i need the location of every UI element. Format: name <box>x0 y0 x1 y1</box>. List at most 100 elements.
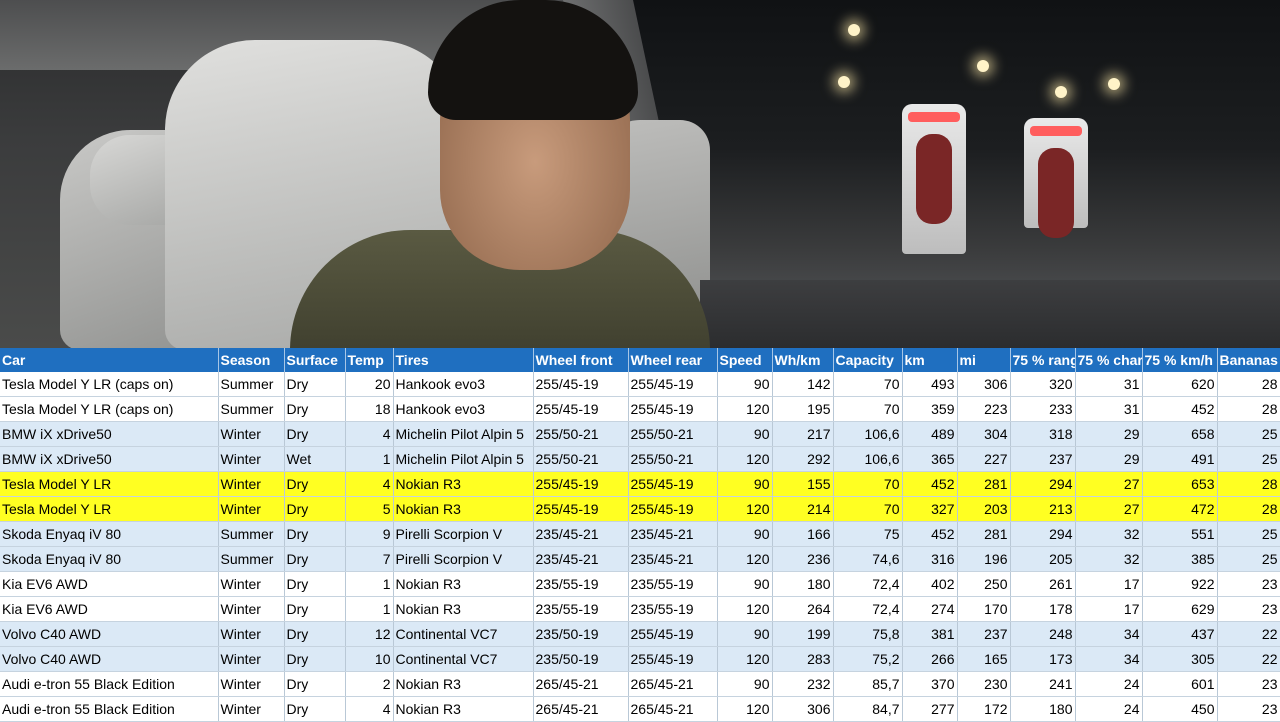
table-cell[interactable]: 17 <box>1075 571 1143 597</box>
table-cell[interactable]: Dry <box>284 396 346 422</box>
table-cell[interactable]: 120 <box>717 396 773 422</box>
table-cell[interactable]: 25 <box>1217 421 1280 447</box>
table-cell[interactable]: 25 <box>1217 521 1280 547</box>
table-cell[interactable]: 120 <box>717 696 773 722</box>
table-cell[interactable]: Continental VC7 <box>393 621 534 647</box>
table-cell[interactable]: 250 <box>957 571 1011 597</box>
table-cell[interactable]: 17 <box>1075 596 1143 622</box>
table-cell[interactable]: 232 <box>772 671 834 697</box>
table-cell[interactable]: 277 <box>902 696 958 722</box>
table-cell[interactable]: 172 <box>957 696 1011 722</box>
table-cell[interactable]: 2 <box>345 671 394 697</box>
table-cell[interactable]: Tesla Model Y LR <box>0 471 219 497</box>
column-header[interactable]: Speed <box>717 348 773 372</box>
table-cell[interactable]: Nokian R3 <box>393 671 534 697</box>
table-cell[interactable]: 283 <box>772 646 834 672</box>
table-cell[interactable]: 437 <box>1142 621 1218 647</box>
table-cell[interactable]: 227 <box>957 446 1011 472</box>
table-cell[interactable]: 452 <box>902 521 958 547</box>
table-cell[interactable]: 203 <box>957 496 1011 522</box>
table-cell[interactable]: 23 <box>1217 596 1280 622</box>
table-cell[interactable]: 213 <box>1010 496 1076 522</box>
table-cell[interactable]: 75 <box>833 521 903 547</box>
table-cell[interactable]: 370 <box>902 671 958 697</box>
table-row[interactable]: Tesla Model Y LR Winter Dry 4 Nokian R3 255/4… <box>0 471 1280 497</box>
table-cell[interactable]: 235/45-21 <box>533 521 629 547</box>
table-cell[interactable]: 4 <box>345 471 394 497</box>
table-cell[interactable]: 34 <box>1075 621 1143 647</box>
table-cell[interactable]: Winter <box>218 446 285 472</box>
table-cell[interactable]: BMW iX xDrive50 <box>0 421 219 447</box>
table-cell[interactable]: Kia EV6 AWD <box>0 571 219 597</box>
table-cell[interactable]: 255/50-21 <box>628 446 718 472</box>
table-cell[interactable]: 4 <box>345 696 394 722</box>
table-cell[interactable]: 74,6 <box>833 546 903 572</box>
table-cell[interactable]: Dry <box>284 621 346 647</box>
table-cell[interactable]: 255/50-21 <box>628 421 718 447</box>
table-cell[interactable]: 306 <box>772 696 834 722</box>
table-cell[interactable]: Skoda Enyaq iV 80 <box>0 521 219 547</box>
table-cell[interactable]: 217 <box>772 421 834 447</box>
table-cell[interactable]: Winter <box>218 421 285 447</box>
table-cell[interactable]: 385 <box>1142 546 1218 572</box>
table-cell[interactable]: 5 <box>345 496 394 522</box>
table-cell[interactable]: 214 <box>772 496 834 522</box>
table-cell[interactable]: 106,6 <box>833 421 903 447</box>
table-cell[interactable]: 294 <box>1010 471 1076 497</box>
table-cell[interactable]: 261 <box>1010 571 1076 597</box>
table-cell[interactable]: 120 <box>717 646 773 672</box>
column-header[interactable]: 75 % km/h <box>1142 348 1218 372</box>
column-header[interactable]: Wh/km <box>772 348 834 372</box>
table-cell[interactable]: 255/45-19 <box>628 496 718 522</box>
table-row[interactable]: Skoda Enyaq iV 80 Summer Dry 7 Pirelli Scorp… <box>0 546 1280 572</box>
table-cell[interactable]: Dry <box>284 546 346 572</box>
table-cell[interactable]: 472 <box>1142 496 1218 522</box>
table-cell[interactable]: Winter <box>218 646 285 672</box>
table-cell[interactable]: 72,4 <box>833 596 903 622</box>
table-cell[interactable]: 236 <box>772 546 834 572</box>
table-cell[interactable]: Nokian R3 <box>393 471 534 497</box>
table-cell[interactable]: 306 <box>957 372 1011 397</box>
table-cell[interactable]: Dry <box>284 521 346 547</box>
table-cell[interactable]: Continental VC7 <box>393 646 534 672</box>
table-cell[interactable]: 235/45-21 <box>628 521 718 547</box>
table-cell[interactable]: 620 <box>1142 372 1218 397</box>
table-cell[interactable]: 255/45-19 <box>628 396 718 422</box>
table-row[interactable]: BMW iX xDrive50 Winter Wet 1 Michelin Pilot … <box>0 446 1280 472</box>
table-cell[interactable]: Winter <box>218 621 285 647</box>
table-cell[interactable]: 235/55-19 <box>533 596 629 622</box>
table-cell[interactable]: Nokian R3 <box>393 496 534 522</box>
table-cell[interactable]: 32 <box>1075 546 1143 572</box>
table-cell[interactable]: 70 <box>833 372 903 397</box>
table-cell[interactable]: 22 <box>1217 646 1280 672</box>
table-cell[interactable]: Winter <box>218 571 285 597</box>
table-row[interactable]: Tesla Model Y LR Winter Dry 5 Nokian R3 255/4… <box>0 496 1280 522</box>
table-cell[interactable]: 1 <box>345 446 394 472</box>
table-cell[interactable]: 120 <box>717 446 773 472</box>
table-cell[interactable]: 9 <box>345 521 394 547</box>
table-cell[interactable]: Summer <box>218 396 285 422</box>
table-cell[interactable]: 165 <box>957 646 1011 672</box>
table-cell[interactable]: 452 <box>902 471 958 497</box>
table-cell[interactable]: 23 <box>1217 696 1280 722</box>
table-cell[interactable]: 235/55-19 <box>628 596 718 622</box>
table-cell[interactable]: 90 <box>717 372 773 397</box>
table-cell[interactable]: Tesla Model Y LR <box>0 496 219 522</box>
table-cell[interactable]: 25 <box>1217 446 1280 472</box>
table-cell[interactable]: 235/45-21 <box>533 546 629 572</box>
table-cell[interactable]: Winter <box>218 696 285 722</box>
table-cell[interactable]: 233 <box>1010 396 1076 422</box>
table-cell[interactable]: 235/50-19 <box>533 646 629 672</box>
table-cell[interactable]: 320 <box>1010 372 1076 397</box>
table-row[interactable]: Audi e-tron 55 Black Edition Winter Dry 4 No… <box>0 696 1280 722</box>
column-header[interactable]: Tires <box>393 348 534 372</box>
table-cell[interactable]: 491 <box>1142 446 1218 472</box>
table-cell[interactable]: 22 <box>1217 621 1280 647</box>
table-cell[interactable]: 402 <box>902 571 958 597</box>
table-cell[interactable]: Hankook evo3 <box>393 396 534 422</box>
table-cell[interactable]: 255/45-19 <box>628 372 718 397</box>
table-cell[interactable]: 75,8 <box>833 621 903 647</box>
table-cell[interactable]: 31 <box>1075 372 1143 397</box>
table-cell[interactable]: 28 <box>1217 396 1280 422</box>
table-cell[interactable]: 180 <box>772 571 834 597</box>
